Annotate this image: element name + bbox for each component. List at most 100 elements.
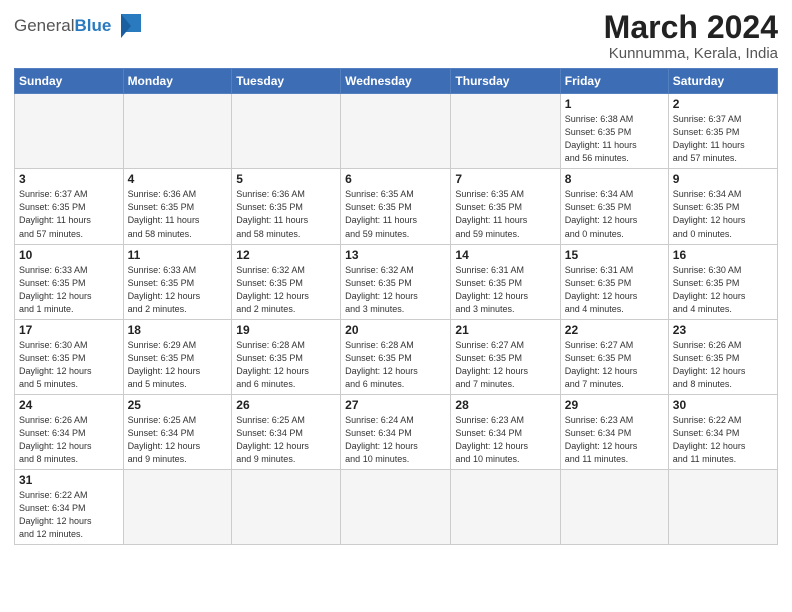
day-info: Sunrise: 6:28 AM Sunset: 6:35 PM Dayligh… (236, 339, 336, 391)
day-info: Sunrise: 6:36 AM Sunset: 6:35 PM Dayligh… (128, 188, 228, 240)
day-number: 2 (673, 97, 773, 111)
calendar-cell: 8 Sunrise: 6:34 AM Sunset: 6:35 PM Daylig… (560, 169, 668, 244)
day-number: 6 (345, 172, 446, 186)
calendar-cell (341, 94, 451, 169)
day-info: Sunrise: 6:36 AM Sunset: 6:35 PM Dayligh… (236, 188, 336, 240)
day-number: 10 (19, 248, 119, 262)
calendar-cell (560, 470, 668, 545)
day-info: Sunrise: 6:25 AM Sunset: 6:34 PM Dayligh… (128, 414, 228, 466)
day-number: 28 (455, 398, 555, 412)
day-number: 18 (128, 323, 228, 337)
weekday-header-friday: Friday (560, 69, 668, 94)
day-number: 8 (565, 172, 664, 186)
calendar-cell: 10Sunrise: 6:33 AM Sunset: 6:35 PM Dayli… (15, 244, 124, 319)
calendar-cell: 17 Sunrise: 6:30 AM Sunset: 6:35 PM Dayli… (15, 319, 124, 394)
day-number: 11 (128, 248, 228, 262)
calendar-cell: 11Sunrise: 6:33 AM Sunset: 6:35 PM Dayli… (123, 244, 232, 319)
calendar-cell (232, 470, 341, 545)
day-number: 1 (565, 97, 664, 111)
day-info: Sunrise: 6:37 AM Sunset: 6:35 PM Dayligh… (19, 188, 119, 240)
day-info: Sunrise: 6:26 AM Sunset: 6:34 PM Dayligh… (19, 414, 119, 466)
day-number: 15 (565, 248, 664, 262)
calendar-subtitle: Kunnumma, Kerala, India (604, 45, 778, 62)
day-info: Sunrise: 6:26 AM Sunset: 6:35 PM Dayligh… (673, 339, 773, 391)
day-number: 16 (673, 248, 773, 262)
day-info: Sunrise: 6:31 AM Sunset: 6:35 PM Dayligh… (565, 264, 664, 316)
calendar-cell (451, 470, 560, 545)
calendar-week-row: 31Sunrise: 6:22 AM Sunset: 6:34 PM Dayli… (15, 470, 778, 545)
calendar-cell (668, 470, 777, 545)
day-info: Sunrise: 6:24 AM Sunset: 6:34 PM Dayligh… (345, 414, 446, 466)
calendar-title: March 2024 (604, 10, 778, 45)
calendar-cell: 19Sunrise: 6:28 AM Sunset: 6:35 PM Dayli… (232, 319, 341, 394)
day-info: Sunrise: 6:25 AM Sunset: 6:34 PM Dayligh… (236, 414, 336, 466)
calendar-week-row: 17 Sunrise: 6:30 AM Sunset: 6:35 PM Dayli… (15, 319, 778, 394)
day-number: 14 (455, 248, 555, 262)
day-info: Sunrise: 6:38 AM Sunset: 6:35 PM Dayligh… (565, 113, 664, 165)
day-info: Sunrise: 6:35 AM Sunset: 6:35 PM Dayligh… (455, 188, 555, 240)
day-number: 23 (673, 323, 773, 337)
calendar-cell: 12Sunrise: 6:32 AM Sunset: 6:35 PM Dayli… (232, 244, 341, 319)
calendar-cell: 27Sunrise: 6:24 AM Sunset: 6:34 PM Dayli… (341, 394, 451, 469)
calendar-cell (123, 94, 232, 169)
calendar-cell: 14Sunrise: 6:31 AM Sunset: 6:35 PM Dayli… (451, 244, 560, 319)
title-block: March 2024 Kunnumma, Kerala, India (604, 10, 778, 62)
calendar-cell: 6Sunrise: 6:35 AM Sunset: 6:35 PM Daylig… (341, 169, 451, 244)
weekday-header-row: SundayMondayTuesdayWednesdayThursdayFrid… (15, 69, 778, 94)
day-number: 29 (565, 398, 664, 412)
header: GeneralBlue March 2024 Kunnumma, Kerala,… (14, 10, 778, 62)
calendar-cell: 29 Sunrise: 6:23 AM Sunset: 6:34 PM Dayli… (560, 394, 668, 469)
logo: GeneralBlue (14, 10, 145, 42)
day-number: 3 (19, 172, 119, 186)
day-number: 26 (236, 398, 336, 412)
calendar-cell: 30Sunrise: 6:22 AM Sunset: 6:34 PM Dayli… (668, 394, 777, 469)
day-info: Sunrise: 6:23 AM Sunset: 6:34 PM Dayligh… (455, 414, 555, 466)
day-info: Sunrise: 6:32 AM Sunset: 6:35 PM Dayligh… (236, 264, 336, 316)
weekday-header-thursday: Thursday (451, 69, 560, 94)
calendar-cell: 2Sunrise: 6:37 AM Sunset: 6:35 PM Daylig… (668, 94, 777, 169)
calendar-cell: 24Sunrise: 6:26 AM Sunset: 6:34 PM Dayli… (15, 394, 124, 469)
day-number: 7 (455, 172, 555, 186)
day-number: 25 (128, 398, 228, 412)
calendar-cell: 7 Sunrise: 6:35 AM Sunset: 6:35 PM Daylig… (451, 169, 560, 244)
day-number: 17 (19, 323, 119, 337)
weekday-header-sunday: Sunday (15, 69, 124, 94)
day-number: 22 (565, 323, 664, 337)
day-number: 4 (128, 172, 228, 186)
day-number: 9 (673, 172, 773, 186)
day-number: 5 (236, 172, 336, 186)
day-info: Sunrise: 6:22 AM Sunset: 6:34 PM Dayligh… (19, 489, 119, 541)
calendar-cell: 31Sunrise: 6:22 AM Sunset: 6:34 PM Dayli… (15, 470, 124, 545)
calendar-cell (15, 94, 124, 169)
calendar-cell: 15 Sunrise: 6:31 AM Sunset: 6:35 PM Dayli… (560, 244, 668, 319)
calendar-week-row: 3 Sunrise: 6:37 AM Sunset: 6:35 PM Daylig… (15, 169, 778, 244)
day-info: Sunrise: 6:32 AM Sunset: 6:35 PM Dayligh… (345, 264, 446, 316)
calendar-cell: 26 Sunrise: 6:25 AM Sunset: 6:34 PM Dayli… (232, 394, 341, 469)
calendar-cell: 20 Sunrise: 6:28 AM Sunset: 6:35 PM Dayli… (341, 319, 451, 394)
page: GeneralBlue March 2024 Kunnumma, Kerala,… (0, 0, 792, 612)
weekday-header-saturday: Saturday (668, 69, 777, 94)
calendar-cell: 23 Sunrise: 6:26 AM Sunset: 6:35 PM Dayli… (668, 319, 777, 394)
calendar-cell: 4 Sunrise: 6:36 AM Sunset: 6:35 PM Daylig… (123, 169, 232, 244)
calendar-week-row: 10Sunrise: 6:33 AM Sunset: 6:35 PM Dayli… (15, 244, 778, 319)
day-info: Sunrise: 6:23 AM Sunset: 6:34 PM Dayligh… (565, 414, 664, 466)
day-info: Sunrise: 6:27 AM Sunset: 6:35 PM Dayligh… (565, 339, 664, 391)
day-info: Sunrise: 6:30 AM Sunset: 6:35 PM Dayligh… (673, 264, 773, 316)
calendar-cell: 25 Sunrise: 6:25 AM Sunset: 6:34 PM Dayli… (123, 394, 232, 469)
day-number: 13 (345, 248, 446, 262)
calendar-cell: 13 Sunrise: 6:32 AM Sunset: 6:35 PM Dayli… (341, 244, 451, 319)
logo-icon (113, 10, 145, 42)
day-number: 21 (455, 323, 555, 337)
day-info: Sunrise: 6:30 AM Sunset: 6:35 PM Dayligh… (19, 339, 119, 391)
calendar-cell: 9Sunrise: 6:34 AM Sunset: 6:35 PM Daylig… (668, 169, 777, 244)
day-info: Sunrise: 6:22 AM Sunset: 6:34 PM Dayligh… (673, 414, 773, 466)
day-info: Sunrise: 6:34 AM Sunset: 6:35 PM Dayligh… (565, 188, 664, 240)
weekday-header-monday: Monday (123, 69, 232, 94)
calendar-cell: 18 Sunrise: 6:29 AM Sunset: 6:35 PM Dayli… (123, 319, 232, 394)
day-number: 20 (345, 323, 446, 337)
day-info: Sunrise: 6:29 AM Sunset: 6:35 PM Dayligh… (128, 339, 228, 391)
day-info: Sunrise: 6:28 AM Sunset: 6:35 PM Dayligh… (345, 339, 446, 391)
calendar-cell: 16 Sunrise: 6:30 AM Sunset: 6:35 PM Dayli… (668, 244, 777, 319)
calendar-cell: 1 Sunrise: 6:38 AM Sunset: 6:35 PM Daylig… (560, 94, 668, 169)
calendar-cell (451, 94, 560, 169)
